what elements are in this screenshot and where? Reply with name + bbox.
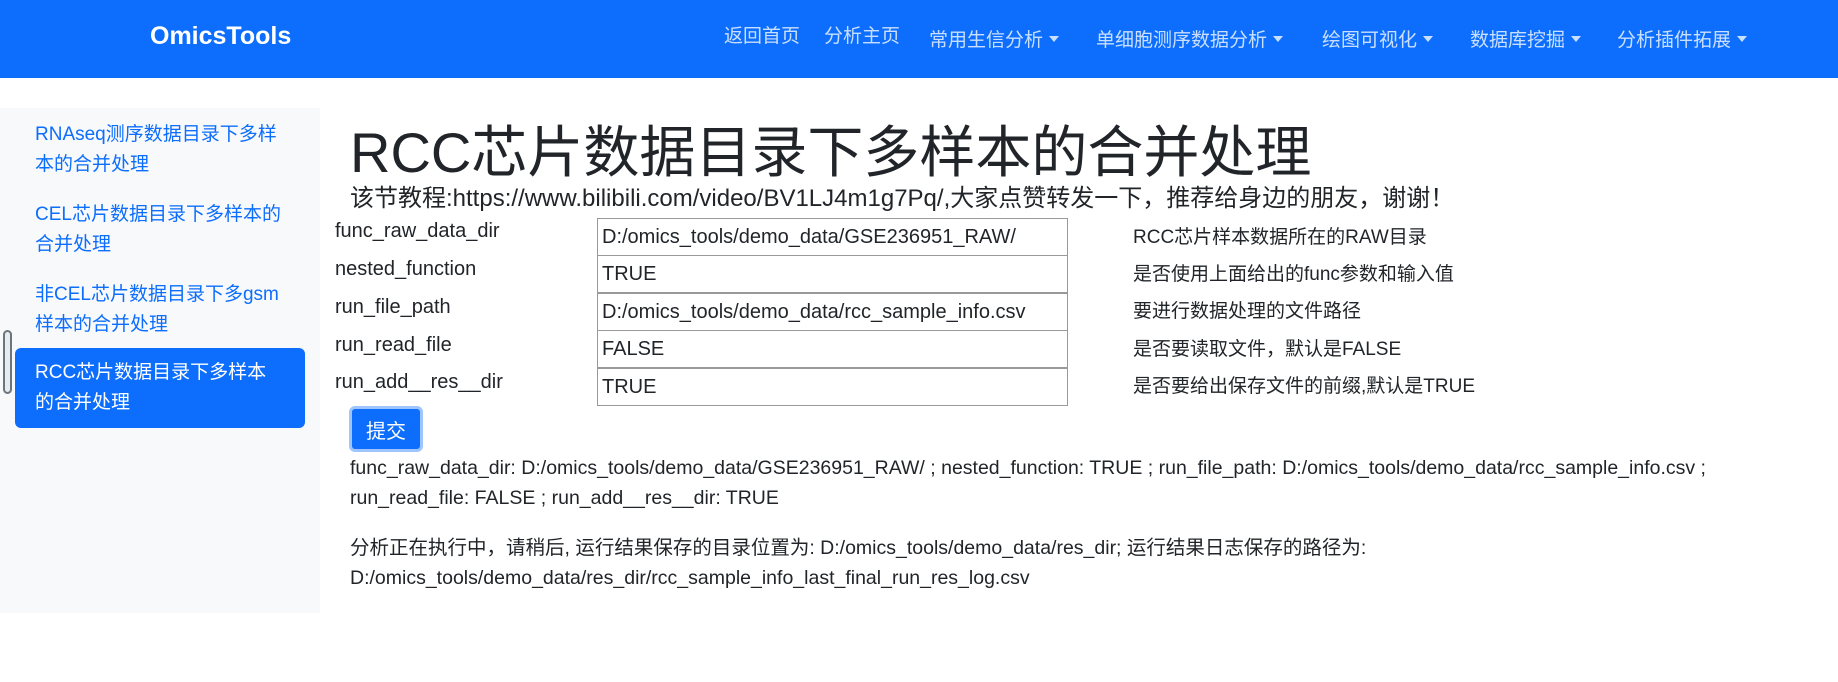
param-label-func-raw-data-dir: func_raw_data_dir — [335, 220, 500, 242]
top-navbar: OmicsTools 返回首页 分析主页 常用生信分析 单细胞测序数据分析 绘图… — [0, 0, 1838, 78]
param-desc-func-raw-data-dir: RCC芯片样本数据所在的RAW目录 — [1133, 227, 1427, 248]
sidebar-item-rcc-merge[interactable]: RCC芯片数据目录下多样本的合并处理 — [15, 348, 305, 428]
param-desc-run-add-res-dir: 是否要给出保存文件的前缀,默认是TRUE — [1133, 376, 1476, 397]
nav-database-mining-dropdown[interactable]: 数据库挖掘 — [1470, 25, 1582, 52]
nav-analysis-home-link[interactable]: 分析主页 — [824, 21, 900, 48]
nav-home-label: 返回首页 — [724, 26, 801, 47]
nav-single-cell-dropdown[interactable]: 单细胞测序数据分析 — [1096, 25, 1284, 52]
chevron-down-icon — [1737, 36, 1748, 42]
param-label-run-file-path: run_file_path — [335, 296, 451, 318]
run-read-file-input[interactable] — [597, 330, 1068, 368]
submit-button[interactable]: 提交 — [349, 406, 423, 452]
chevron-down-icon — [1273, 36, 1284, 42]
param-label-run-add-res-dir: run_add__res__dir — [335, 371, 503, 393]
nav-common-bioinfo-label: 常用生信分析 — [929, 30, 1044, 51]
param-desc-nested-function: 是否使用上面给出的func参数和输入值 — [1133, 264, 1454, 285]
nav-plugin-extension-dropdown[interactable]: 分析插件拓展 — [1617, 25, 1748, 52]
sidebar-item-cel-merge[interactable]: CEL芯片数据目录下多样本的合并处理 — [15, 190, 305, 270]
nav-common-bioinfo-dropdown[interactable]: 常用生信分析 — [929, 25, 1060, 52]
chevron-down-icon — [1423, 36, 1434, 42]
nav-home-link[interactable]: 返回首页 — [724, 21, 800, 48]
page-title: RCC芯片数据目录下多样本的合并处理 — [350, 121, 1312, 184]
nav-visualization-dropdown[interactable]: 绘图可视化 — [1322, 25, 1434, 52]
param-desc-run-file-path: 要进行数据处理的文件路径 — [1133, 301, 1362, 322]
sidebar: RNAseq测序数据目录下多样本的合并处理 CEL芯片数据目录下多样本的合并处理… — [0, 108, 320, 613]
chevron-down-icon — [1571, 36, 1582, 42]
nav-single-cell-label: 单细胞测序数据分析 — [1096, 30, 1268, 51]
run-add-res-dir-input[interactable] — [597, 368, 1068, 406]
param-label-run-read-file: run_read_file — [335, 334, 452, 356]
brand-logo[interactable]: OmicsTools — [150, 22, 291, 51]
nav-plugin-extension-label: 分析插件拓展 — [1617, 30, 1732, 51]
nav-analysis-home-label: 分析主页 — [824, 26, 901, 47]
run-file-path-input[interactable] — [597, 293, 1068, 331]
sidebar-scrollbar[interactable] — [3, 330, 12, 394]
param-label-nested-function: nested_function — [335, 258, 477, 280]
tutorial-link-text: 该节教程:https://www.bilibili.com/video/BV1L… — [350, 185, 1455, 212]
nav-database-mining-label: 数据库挖掘 — [1470, 30, 1566, 51]
param-desc-run-read-file: 是否要读取文件，默认是FALSE — [1133, 339, 1402, 360]
nav-visualization-label: 绘图可视化 — [1322, 30, 1418, 51]
nested-function-input[interactable] — [597, 255, 1068, 293]
func-raw-data-dir-input[interactable] — [597, 218, 1068, 256]
chevron-down-icon — [1049, 36, 1060, 42]
sidebar-item-rnaseq-merge[interactable]: RNAseq测序数据目录下多样本的合并处理 — [15, 110, 305, 190]
sidebar-item-non-cel-merge[interactable]: 非CEL芯片数据目录下多gsm样本的合并处理 — [15, 270, 305, 350]
output-status-message: 分析正在执行中，请稍后, 运行结果保存的目录位置为: D:/omics_tool… — [350, 537, 1367, 589]
output-params-summary: func_raw_data_dir: D:/omics_tools/demo_d… — [350, 457, 1706, 509]
